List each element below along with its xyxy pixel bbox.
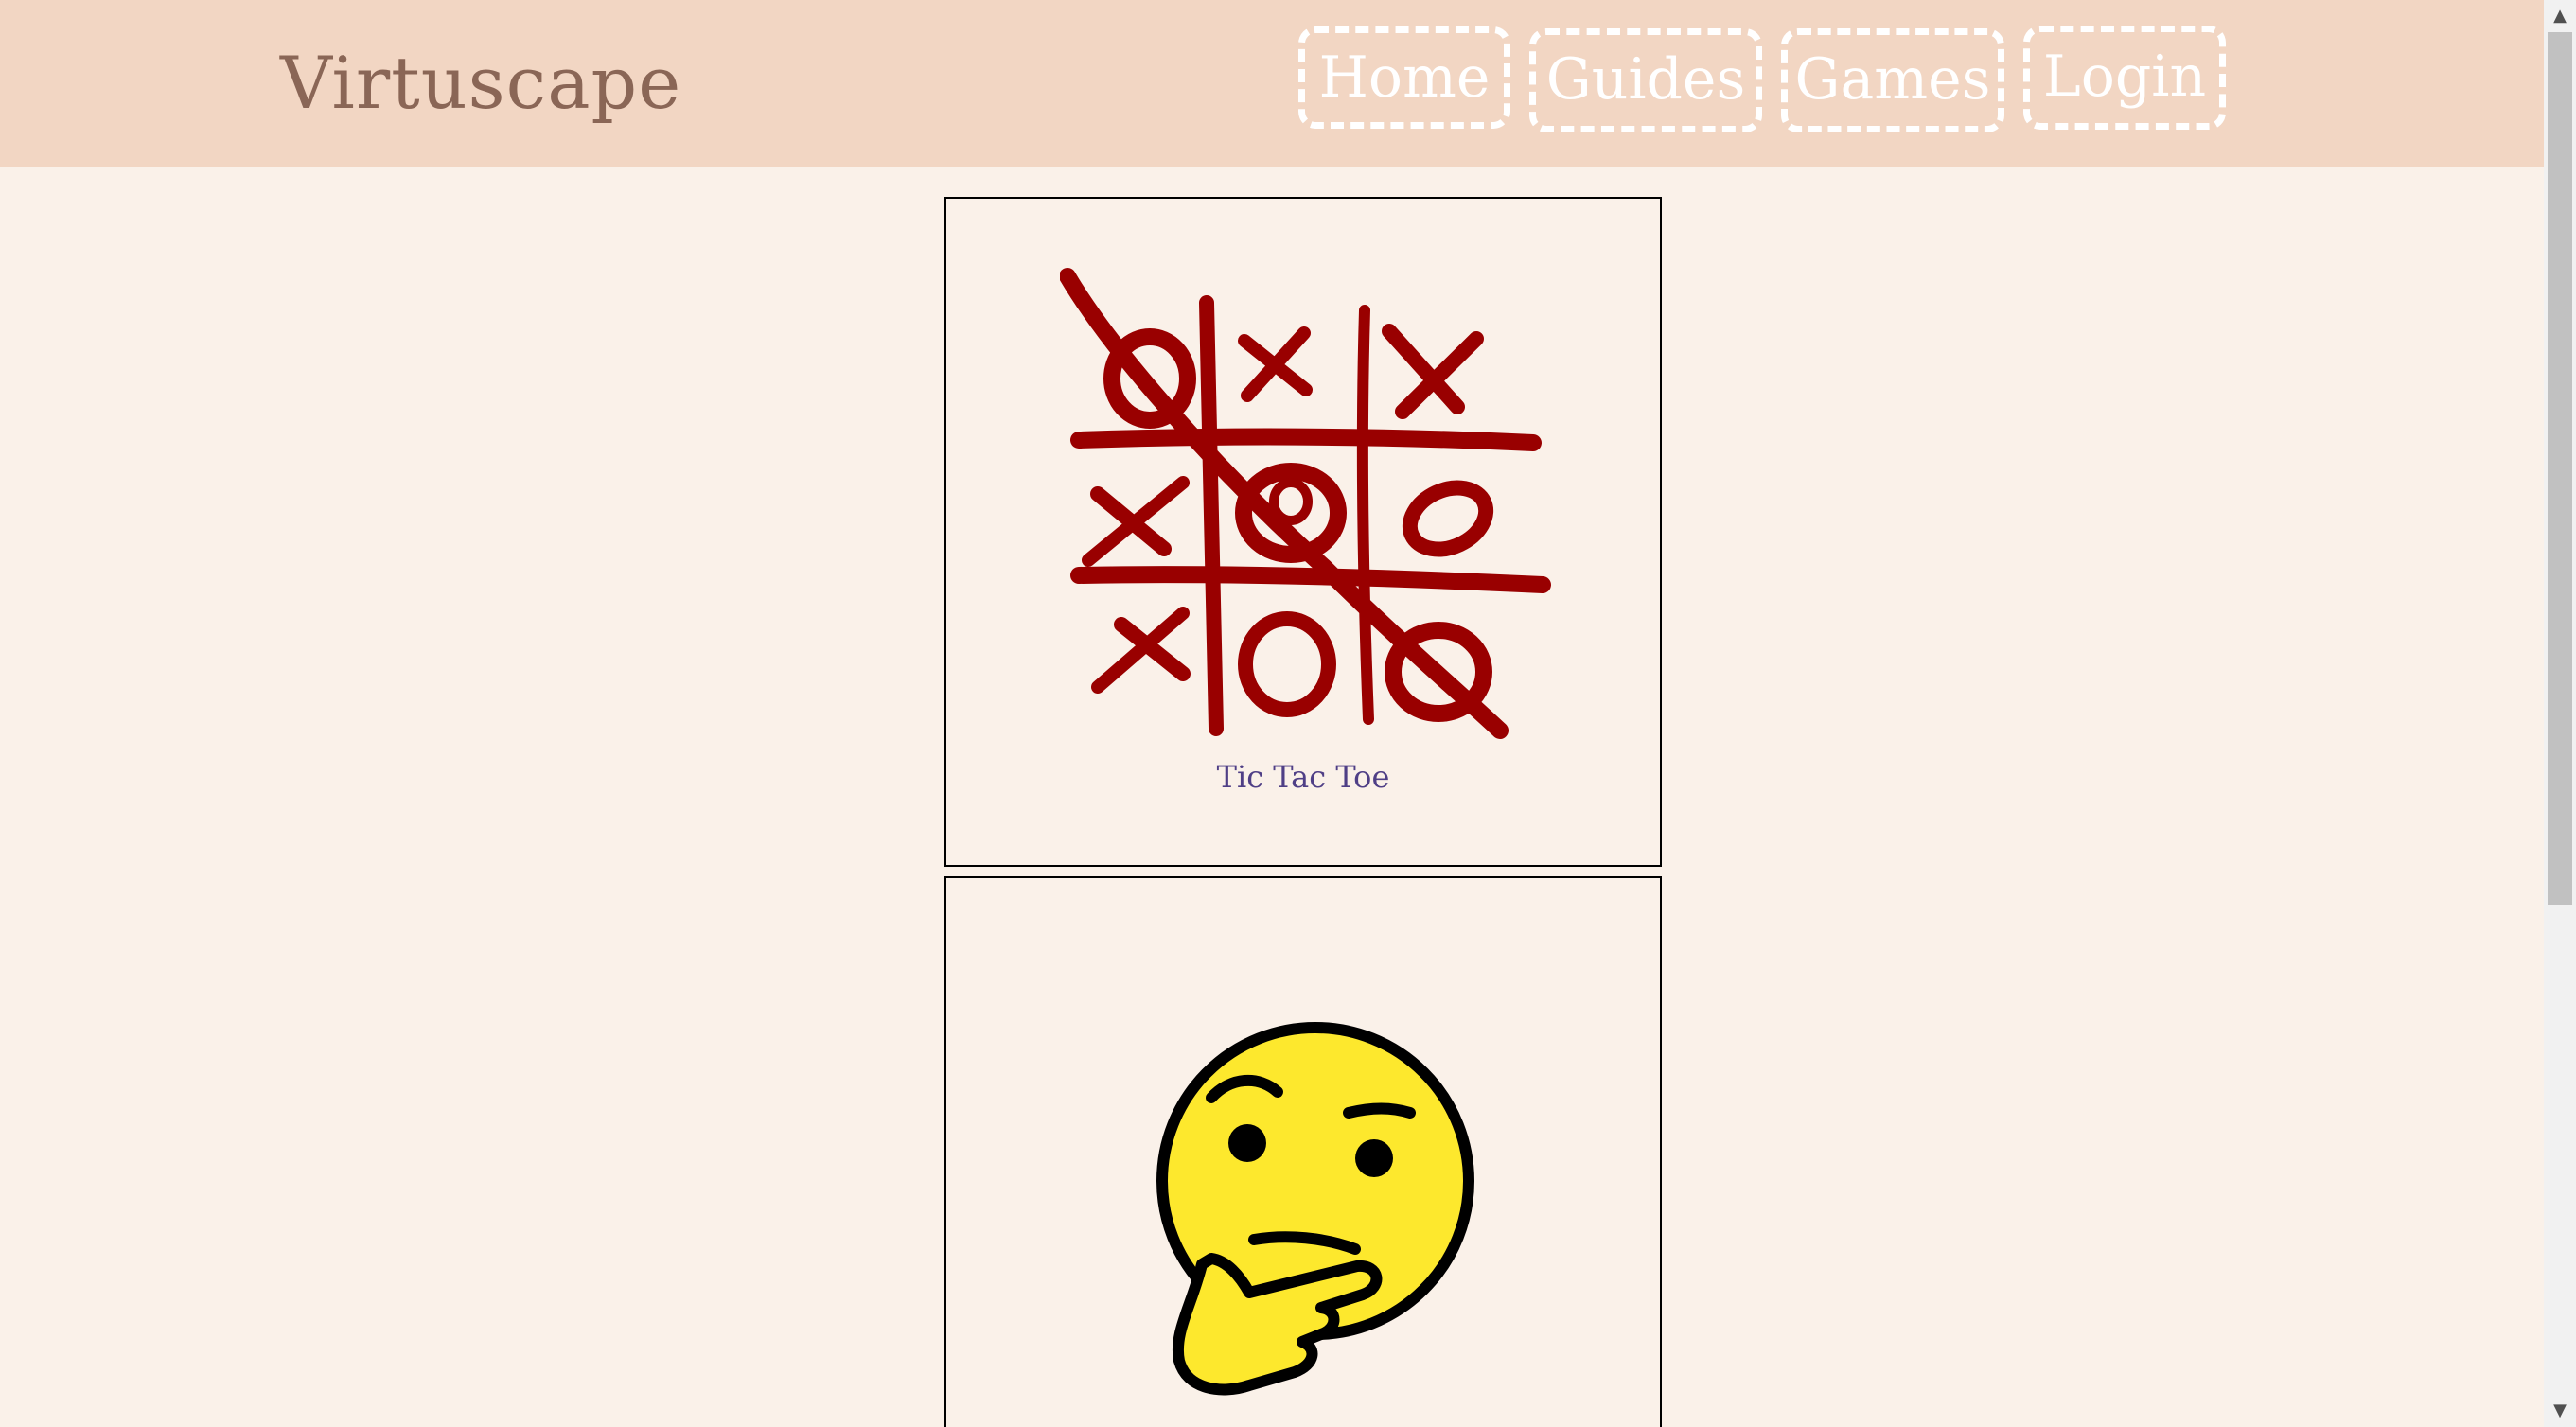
nav-games-button[interactable]: Games: [1781, 28, 2004, 132]
vertical-scrollbar[interactable]: ▲ ▼: [2544, 0, 2576, 1427]
page: Virtuscape Home Guides Games Login Tic T…: [0, 0, 2576, 1427]
game-card-guess[interactable]: [944, 876, 1662, 1427]
card-title: Tic Tac Toe: [1216, 759, 1390, 795]
scroll-down-arrow-icon[interactable]: ▼: [2544, 1395, 2576, 1427]
nav-login-button[interactable]: Login: [2023, 26, 2226, 130]
site-header: Virtuscape Home Guides Games Login: [0, 0, 2544, 167]
scrollbar-thumb[interactable]: [2548, 32, 2572, 905]
nav-guides-button[interactable]: Guides: [1529, 28, 1762, 132]
nav-home-button[interactable]: Home: [1298, 26, 1510, 129]
tic-tac-toe-icon: [1060, 268, 1551, 739]
game-card-tic-tac-toe[interactable]: Tic Tac Toe: [944, 197, 1662, 867]
thinking-face-icon: [1156, 1022, 1474, 1396]
scroll-up-arrow-icon[interactable]: ▲: [2544, 0, 2576, 32]
site-brand[interactable]: Virtuscape: [280, 36, 681, 131]
